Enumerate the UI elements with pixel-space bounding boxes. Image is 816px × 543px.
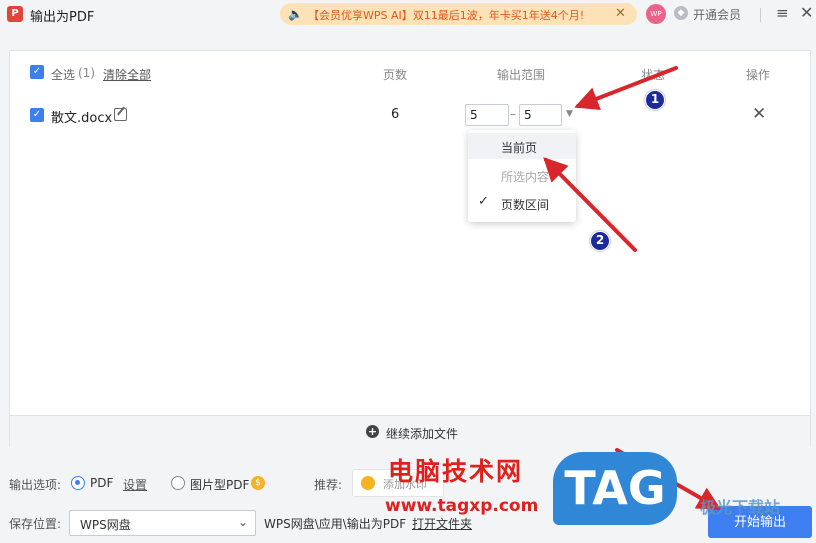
image-pdf-label: 图片型PDF [190,478,250,492]
column-header-action: 操作 [746,68,771,82]
watermark-text: 电脑技术网 [388,457,524,486]
annotation-badge-2: 2 [590,231,610,251]
pdf-radio[interactable] [71,476,85,490]
speaker-icon: 🔈 [288,7,303,21]
range-to-input[interactable]: 5 [519,104,562,126]
column-header-status: 状态 [641,68,666,82]
column-header-pages: 页数 [383,68,408,82]
vip-badge-icon: $ [251,476,265,490]
dropdown-item-current-page[interactable]: 当前页 [468,133,576,159]
image-pdf-radio[interactable] [171,476,185,490]
select-all-checkbox[interactable]: ✓ [30,65,44,79]
watermark-site-name: 极光下载站 [700,498,781,517]
open-folder-link[interactable]: 打开文件夹 [412,515,472,532]
add-files-bar[interactable]: + 继续添加文件 [10,415,810,447]
pdf-label: PDF [90,476,114,490]
close-window-icon[interactable]: ✕ [800,3,813,22]
title-bar: P 输出为PDF 🔈 【会员优享WPS AI】双11最后1波，年卡买1年送4个月… [0,0,816,30]
vip-icon: ◆ [674,6,688,20]
range-from-input[interactable]: 5 [465,104,509,126]
select-count: (1) [78,66,95,80]
column-header-range: 输出范围 [497,68,546,82]
select-all-label: 全选 [51,68,76,82]
file-list-panel: ✓ 全选 (1) 清除全部 页数 输出范围 状态 操作 ✓ 散文.docx 6 … [9,50,811,447]
settings-link[interactable]: 设置 [123,476,147,493]
plus-circle-icon: + [366,425,379,438]
watermark-url: www.tagxp.com [385,496,539,516]
titlebar-divider [760,8,761,22]
window-title: 输出为PDF [30,10,95,25]
promo-text: 【会员优享WPS AI】双11最后1波，年卡买1年送4个月! [308,9,585,22]
file-page-count: 6 [391,107,400,122]
save-location-select[interactable]: WPS网盘 ⌄ [69,510,256,536]
chevron-down-icon: ⌄ [238,515,249,529]
menu-icon[interactable]: ≡ [776,4,789,22]
check-icon: ✓ [478,194,489,209]
dropdown-item-selection: 所选内容 [501,170,550,184]
range-separator: – [510,107,516,121]
row-checkbox[interactable]: ✓ [30,108,44,122]
open-vip-link[interactable]: 开通会员 [693,6,741,23]
promo-banner[interactable]: 🔈 【会员优享WPS AI】双11最后1波，年卡买1年送4个月! ✕ [280,3,637,25]
range-dropdown-arrow-icon[interactable]: ▼ [566,109,573,119]
watermark-logo: TAG [553,452,677,525]
file-name: 散文.docx [51,111,113,126]
save-location-label: 保存位置: [9,517,62,531]
recommend-label: 推荐: [314,478,343,492]
annotation-badge-1: 1 [645,90,665,110]
dropdown-item-page-range[interactable]: ✓ 页数区间 [468,190,576,216]
add-files-label: 继续添加文件 [386,427,459,441]
promo-close-icon[interactable]: ✕ [615,6,626,21]
save-path: WPS网盘\应用\输出为PDF [264,517,407,531]
edit-icon[interactable] [114,108,127,121]
output-options-label: 输出选项: [9,478,62,492]
wps-pdf-app-icon: P [7,6,23,22]
range-dropdown-menu: 当前页 所选内容 ✓ 页数区间 [468,130,576,222]
clear-all-link[interactable]: 清除全部 [103,66,151,83]
vip-coin-icon [361,476,375,490]
avatar[interactable]: WP [646,4,666,24]
remove-file-close-icon[interactable]: ✕ [752,104,766,124]
